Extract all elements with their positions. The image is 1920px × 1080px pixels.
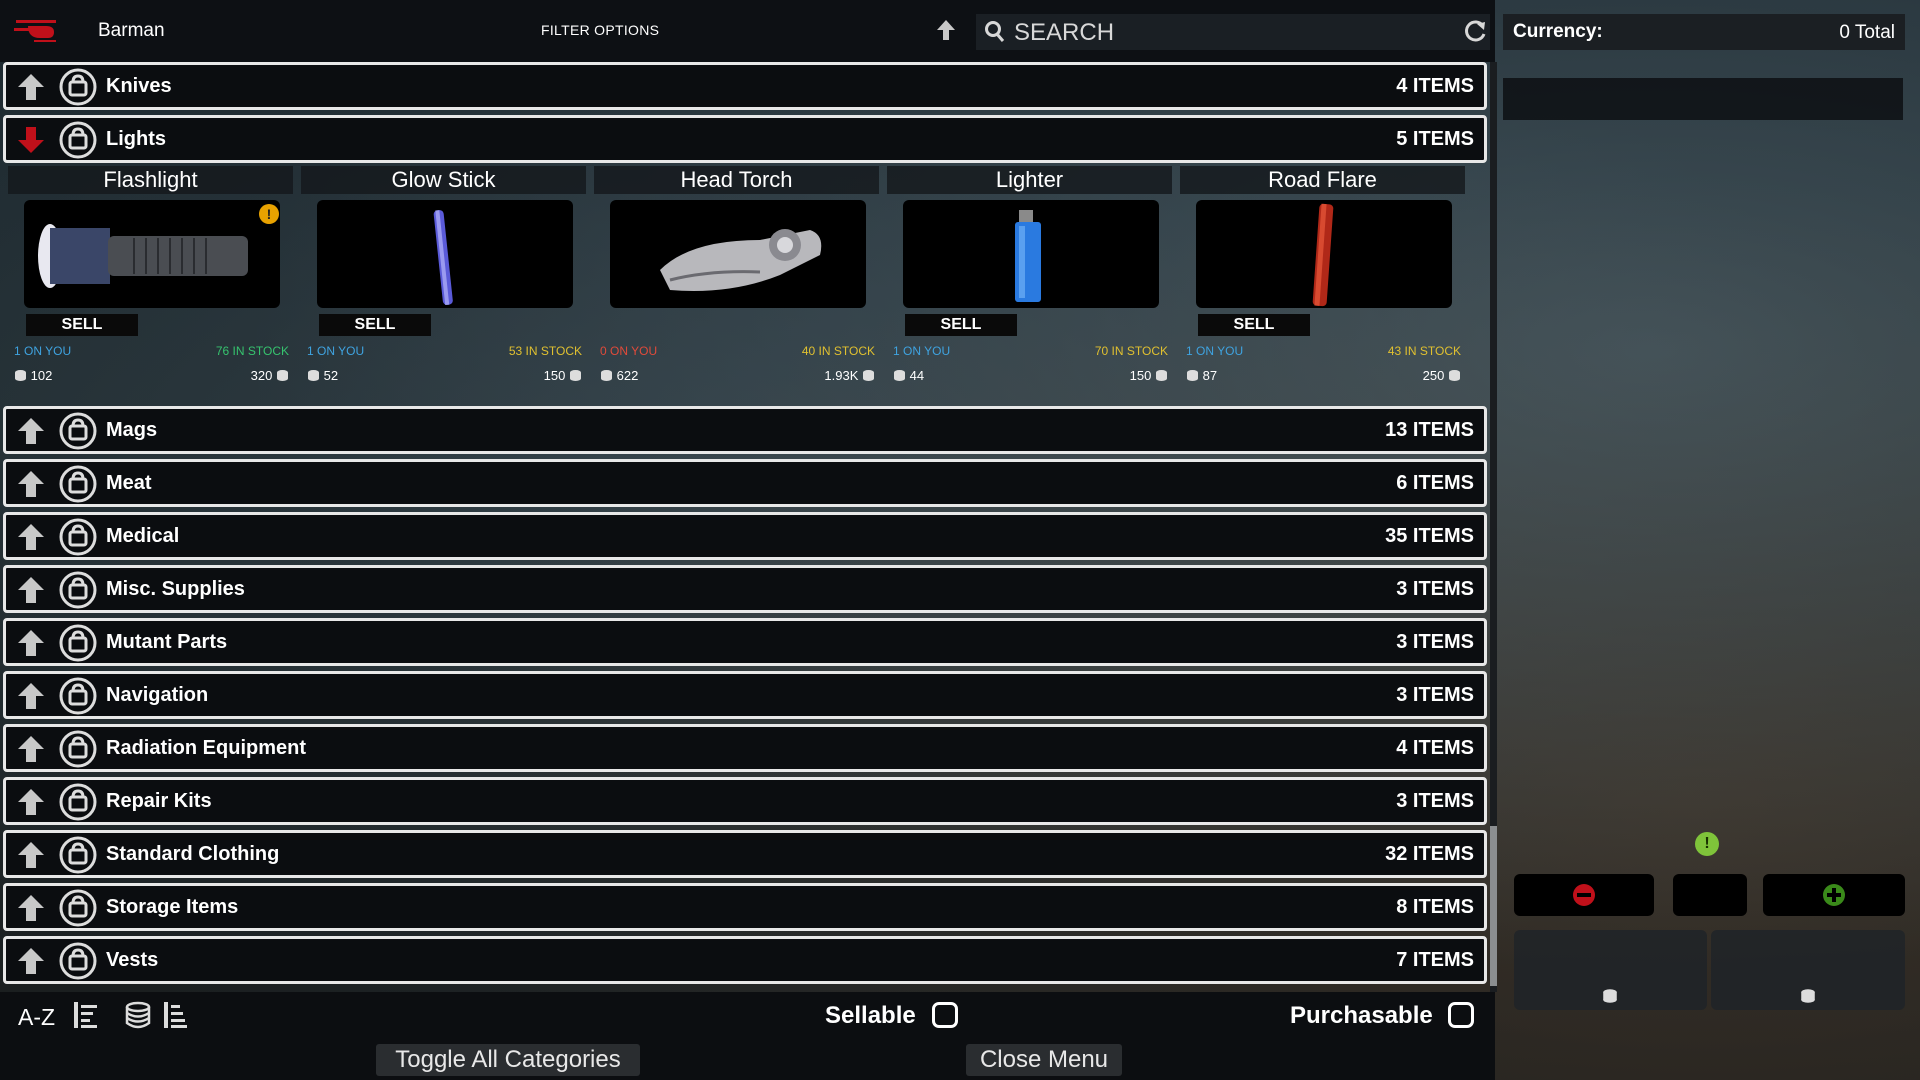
category-count: 13 ITEMS <box>1385 419 1474 441</box>
category-row-mags[interactable]: Mags 13 ITEMS <box>3 406 1487 454</box>
trader-bag-icon <box>59 624 97 662</box>
collapsed-arrow-icon[interactable] <box>15 415 47 447</box>
collapsed-arrow-icon[interactable] <box>15 786 47 818</box>
category-row-meat[interactable]: Meat 6 ITEMS <box>3 459 1487 507</box>
collapsed-arrow-icon[interactable] <box>15 627 47 659</box>
trader-bag-icon <box>59 412 97 450</box>
trader-bag-icon <box>59 465 97 503</box>
currency-total: 0 Total <box>1839 22 1895 43</box>
category-count: 3 ITEMS <box>1396 684 1474 706</box>
coin-sort-icon[interactable] <box>124 1000 152 1030</box>
category-count: 3 ITEMS <box>1396 631 1474 653</box>
purchasable-label: Purchasable <box>1290 1002 1433 1029</box>
category-row-medical[interactable]: Medical 35 ITEMS <box>3 512 1487 560</box>
category-row-radiation-equipment[interactable]: Radiation Equipment 4 ITEMS <box>3 724 1487 772</box>
category-name: Mutant Parts <box>106 631 228 653</box>
coin-icon <box>1801 989 1815 1003</box>
trader-bag-icon <box>59 571 97 609</box>
scrollbar-thumb[interactable] <box>1490 826 1497 986</box>
trader-bag-icon <box>59 730 97 768</box>
category-row-standard-clothing[interactable]: Standard Clothing 32 ITEMS <box>3 830 1487 878</box>
category-name: Navigation <box>106 684 209 706</box>
collapsed-arrow-icon[interactable] <box>15 892 47 924</box>
category-list-lower: Mags 13 ITEMS Meat 6 ITEMS Medical 35 IT… <box>0 0 1490 984</box>
category-name: Radiation Equipment <box>106 737 306 759</box>
quantity-field[interactable] <box>1673 874 1747 916</box>
category-count: 3 ITEMS <box>1396 790 1474 812</box>
category-name: Misc. Supplies <box>106 578 245 600</box>
category-row-navigation[interactable]: Navigation 3 ITEMS <box>3 671 1487 719</box>
collapsed-arrow-icon[interactable] <box>15 945 47 977</box>
trader-bag-icon <box>59 677 97 715</box>
category-name: Medical <box>106 525 180 547</box>
collapsed-arrow-icon[interactable] <box>15 574 47 606</box>
collapsed-arrow-icon[interactable] <box>15 468 47 500</box>
category-count: 4 ITEMS <box>1396 737 1474 759</box>
trader-bag-icon <box>59 942 97 980</box>
currency-bar: Currency: 0 Total <box>1503 14 1905 50</box>
trader-bag-icon <box>59 889 97 927</box>
collapsed-arrow-icon[interactable] <box>15 733 47 765</box>
category-count: 3 ITEMS <box>1396 578 1474 600</box>
category-count: 8 ITEMS <box>1396 896 1474 918</box>
category-count: 35 ITEMS <box>1385 525 1474 547</box>
trader-bag-icon <box>59 518 97 556</box>
category-row-vests[interactable]: Vests 7 ITEMS <box>3 936 1487 984</box>
increase-button[interactable] <box>1763 874 1905 916</box>
sort-list-icon[interactable] <box>72 1000 100 1030</box>
category-name: Vests <box>106 949 159 971</box>
collapsed-arrow-icon[interactable] <box>15 839 47 871</box>
sort-list-icon[interactable] <box>162 1000 190 1030</box>
category-count: 7 ITEMS <box>1396 949 1474 971</box>
category-row-mutant-parts[interactable]: Mutant Parts 3 ITEMS <box>3 618 1487 666</box>
minus-icon <box>1573 884 1595 906</box>
category-row-repair-kits[interactable]: Repair Kits 3 ITEMS <box>3 777 1487 825</box>
purchasable-checkbox[interactable] <box>1448 1002 1474 1028</box>
category-name: Mags <box>106 419 158 441</box>
preview-strip <box>1503 78 1903 120</box>
category-count: 6 ITEMS <box>1396 472 1474 494</box>
plus-icon <box>1823 884 1845 906</box>
category-row-storage-items[interactable]: Storage Items 8 ITEMS <box>3 883 1487 931</box>
category-name: Repair Kits <box>106 790 212 812</box>
bottom-bar <box>0 992 1495 1080</box>
sell-total-slot[interactable] <box>1514 930 1707 1010</box>
category-name: Storage Items <box>106 896 239 918</box>
toggle-all-categories-button[interactable]: Toggle All Categories <box>376 1044 640 1076</box>
buy-total-slot[interactable] <box>1711 930 1905 1010</box>
sellable-label: Sellable <box>825 1002 916 1029</box>
sort-az-button[interactable]: A-Z <box>18 1004 55 1031</box>
category-name: Standard Clothing <box>106 843 280 865</box>
trader-bag-icon <box>59 783 97 821</box>
collapsed-arrow-icon[interactable] <box>15 521 47 553</box>
category-name: Meat <box>106 472 152 494</box>
close-menu-button[interactable]: Close Menu <box>966 1044 1122 1076</box>
category-row-misc-supplies[interactable]: Misc. Supplies 3 ITEMS <box>3 565 1487 613</box>
currency-label: Currency: <box>1513 21 1603 42</box>
trader-bag-icon <box>59 836 97 874</box>
decrease-button[interactable] <box>1514 874 1654 916</box>
sellable-checkbox[interactable] <box>932 1002 958 1028</box>
coin-icon <box>1603 989 1617 1003</box>
collapsed-arrow-icon[interactable] <box>15 680 47 712</box>
info-icon: ! <box>1695 832 1719 856</box>
category-count: 32 ITEMS <box>1385 843 1474 865</box>
